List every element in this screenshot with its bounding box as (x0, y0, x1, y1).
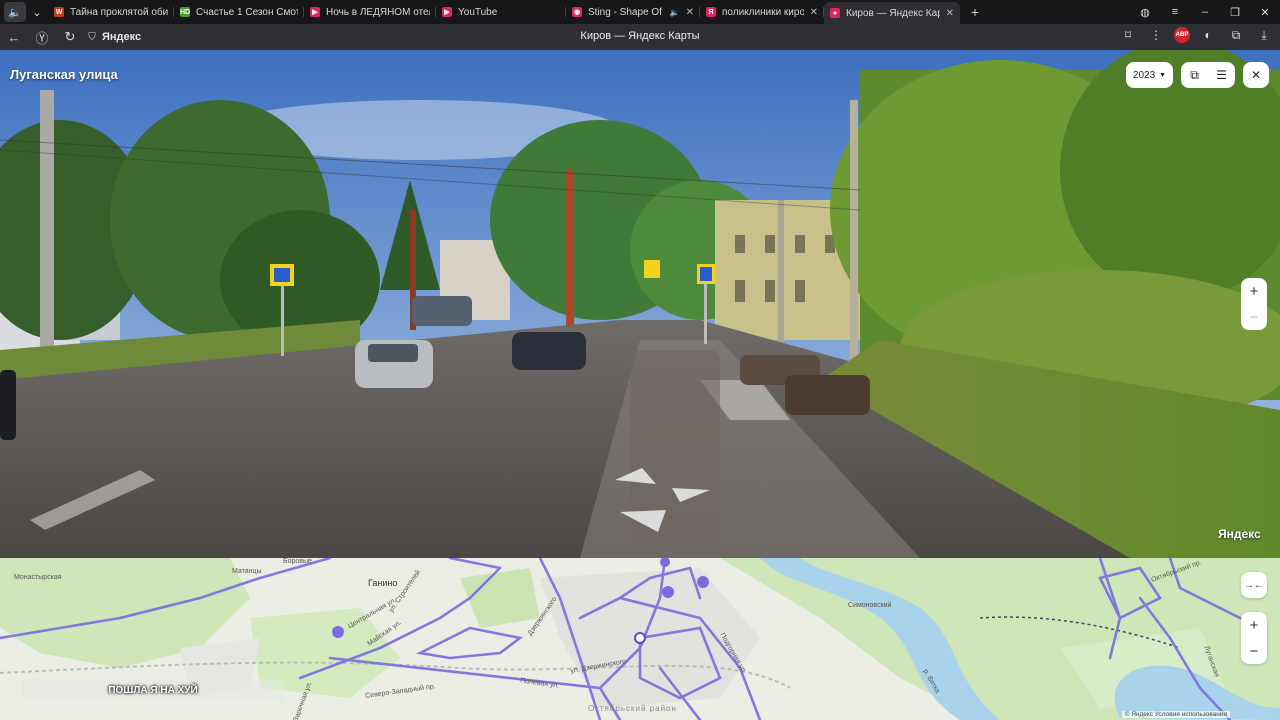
favicon-icon: Я (706, 7, 716, 17)
map-zoom-out-button[interactable]: − (1241, 638, 1267, 664)
favicon-icon: W (54, 7, 64, 17)
yandex-logo-icon[interactable]: Ⓨ (28, 28, 56, 47)
map-zoom-in-button[interactable]: + (1241, 612, 1267, 638)
media-icon[interactable]: ◐ (1198, 28, 1218, 42)
tab-3[interactable]: ▶ Ночь в ЛЕДЯНОМ отеле (304, 2, 436, 22)
tab-title: Счастье 1 Сезон Смотрет (196, 6, 298, 18)
mini-map[interactable]: Монастырская Матанцы Боровые Ганино ул. Стро… (0, 558, 1280, 720)
favicon-icon: ◉ (572, 7, 582, 17)
video-subtitle-overlay: ПОШЛА Я НА ХУЙ (22, 679, 284, 701)
shield-icon[interactable]: ⛉ (84, 32, 100, 43)
map-label: Ганино (368, 578, 398, 588)
map-label: Боровые (283, 558, 312, 565)
map-label: Матанцы (232, 568, 262, 575)
page-title: Киров — Яндекс Карты (580, 30, 700, 42)
tab-close-icon[interactable]: ✕ (686, 7, 694, 18)
restore-button[interactable]: ❐ (1220, 6, 1250, 19)
favicon-icon: ● (830, 8, 840, 18)
menu-icon[interactable]: ≡ (1160, 6, 1190, 18)
tab-4[interactable]: ▶ YouTube (436, 2, 566, 22)
yandex-watermark: Яндекс (1218, 527, 1261, 541)
panorama-zoom: + − (1241, 278, 1267, 330)
favicon-icon: ▶ (442, 7, 452, 17)
site-name[interactable]: Яндекс (102, 31, 141, 43)
year-label: 2023 (1132, 69, 1156, 81)
bookmark-icon[interactable]: ⌑ (1118, 28, 1138, 42)
tab-2[interactable]: HD Счастье 1 Сезон Смотрет (174, 2, 304, 22)
collapse-map-button[interactable]: →← (1241, 572, 1267, 598)
collections-icon[interactable]: ⧉ (1226, 28, 1246, 43)
tab-audio-icon[interactable]: 🔈 (670, 8, 680, 17)
more-icon[interactable]: ⋮ (1146, 28, 1166, 42)
audio-icon[interactable]: 🔈 (4, 2, 26, 22)
year-selector[interactable]: 2023 ▼ (1126, 62, 1173, 88)
close-window-button[interactable]: ✕ (1250, 6, 1280, 19)
tab-6[interactable]: Яполиклиники киров — Я ✕ (700, 2, 824, 22)
tab-title: Ночь в ЛЕДЯНОМ отеле (326, 6, 430, 18)
panorama-actions: ⧉ ☰ (1181, 62, 1235, 88)
tab-close-icon[interactable]: ✕ (810, 7, 818, 18)
map-label: Симоновский (848, 602, 892, 609)
map-label: Октябрьский район (588, 704, 677, 713)
chevron-down-icon: ▼ (1159, 71, 1167, 79)
close-panorama-button[interactable]: ✕ (1243, 62, 1269, 88)
tab-1[interactable]: W Тайна проклятой обител (48, 2, 174, 22)
street-panorama[interactable]: Луганская улица 2023 ▼ ⧉ ☰ ✕ + − Яндекс (0, 50, 1280, 558)
zoom-in-button[interactable]: + (1241, 278, 1267, 304)
zoom-out-button[interactable]: − (1241, 304, 1267, 330)
tab-title: YouTube (458, 6, 498, 18)
tabs-menu-chevron-icon[interactable]: ⌄ (26, 2, 48, 22)
tab-title: Киров — Яндекс Карты (846, 7, 940, 19)
favicon-icon: ▶ (310, 7, 320, 17)
tab-close-icon[interactable]: ✕ (946, 8, 954, 19)
minimize-button[interactable]: – (1190, 6, 1220, 18)
map-zoom: + − (1241, 612, 1267, 664)
back-arrow-icon[interactable]: ← (0, 30, 28, 45)
tab-5[interactable]: ◉ Sting - Shape Of My 🔈 ✕ (566, 2, 700, 22)
collapse-icon: →← (1244, 579, 1264, 591)
position-marker (634, 632, 646, 644)
street-name: Луганская улица (10, 67, 118, 82)
map-copyright[interactable]: © Яндекс Условия использования (1121, 711, 1230, 718)
tab-list: W Тайна проклятой обител HD Счастье 1 Сезон… (48, 0, 960, 24)
favicon-icon: HD (179, 7, 191, 17)
profile-icon[interactable]: ◍ (1130, 6, 1160, 19)
open-external-icon[interactable]: ⧉ (1181, 68, 1208, 83)
adblock-icon[interactable]: ABP (1174, 27, 1190, 43)
new-tab-button[interactable]: + (966, 4, 984, 20)
panorama-image (0, 50, 1280, 558)
tab-title: поликлиники киров — Я (722, 6, 804, 18)
tab-title: Тайна проклятой обител (70, 6, 168, 18)
close-icon: ✕ (1250, 68, 1262, 82)
tab-title: Sting - Shape Of My (588, 6, 664, 18)
tab-7[interactable]: ● Киров — Яндекс Карты ✕ (824, 2, 960, 24)
reload-icon[interactable]: ↻ (56, 29, 84, 45)
downloads-icon[interactable]: ⤓ (1254, 28, 1274, 43)
address-bar: ← Ⓨ ↻ ⛉ Яндекс Киров — Яндекс Карты ⌑ ⋮ … (0, 24, 1280, 50)
browser-window: 🔈 ⌄ W Тайна проклятой обител HD Счастье 1 С… (0, 0, 1280, 720)
window-controls: ◍ ≡ – ❐ ✕ (1130, 0, 1280, 24)
map-label: Монастырская (14, 574, 62, 581)
menu-icon[interactable]: ☰ (1208, 68, 1235, 82)
tab-bar: 🔈 ⌄ W Тайна проклятой обител HD Счастье 1 С… (0, 0, 1280, 24)
